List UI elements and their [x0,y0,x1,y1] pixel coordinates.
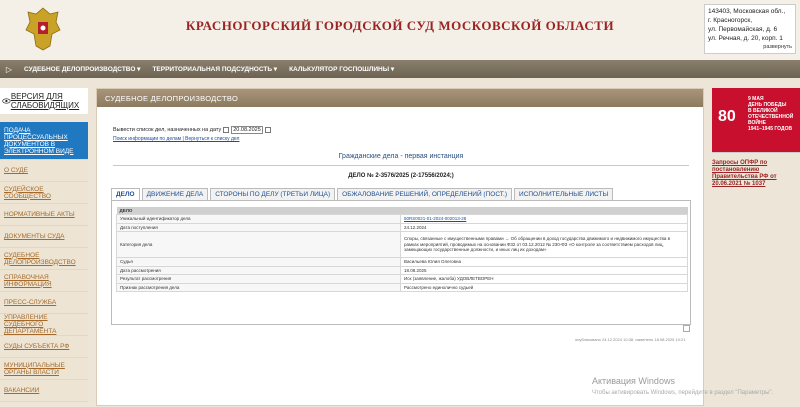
tab-appeals[interactable]: ОБЖАЛОВАНИЕ РЕШЕНИЙ, ОПРЕДЕЛЕНИЙ (ПОСТ.) [337,188,513,200]
search-links[interactable]: Поиск информации по делам | Вернуться к … [113,136,239,142]
nav-territorial-jurisdiction[interactable]: ТЕРРИТОРИАЛЬНАЯ ПОДСУДНОСТЬ ▾ [146,65,283,73]
case-tabs: ДЕЛО ДВИЖЕНИЕ ДЕЛА СТОРОНЫ ПО ДЕЛУ (ТРЕТ… [111,188,614,200]
expand-address-link[interactable]: развернуть [763,43,792,52]
table-row: Дата поступления 24.12.2024 [116,222,688,232]
banner-line: 1941–1945 годов [748,126,793,132]
nav-fee-calculator[interactable]: КАЛЬКУЛЯТОР ГОСПОШЛИНЫ ▾ [283,65,400,73]
sidebar-item-about-court[interactable]: О СУДЕ [0,160,88,182]
home-icon[interactable]: ▷ [0,60,18,78]
table-header: ДЕЛО [116,207,688,215]
date-filter: Вывести список дел, назначенных на дату … [113,126,272,134]
case-details-table: ДЕЛО Уникальный идентификатор дела 50RS0… [116,207,688,292]
row-value: 18.08.2025 [400,265,688,275]
eye-icon [2,98,11,104]
tab-case[interactable]: ДЕЛО [111,188,140,200]
table-row: Судья Васильева Юлия Олеговна [116,257,688,267]
date-filter-label: Вывести список дел, назначенных на дату [113,127,222,133]
address-line: г. Красногорск, [708,17,753,24]
calendar-icon[interactable] [265,127,272,133]
sidebar-item-press-service[interactable]: ПРЕСС-СЛУЖБА [0,292,88,314]
published-info: опубликовано 24.12.2024 10:38, изменено … [575,337,686,342]
sidebar-item-reference-info[interactable]: СПРАВОЧНАЯ ИНФОРМАЦИЯ [0,270,88,292]
row-label: Результат рассмотрения [116,274,401,284]
case-category-heading: Гражданские дела - первая инстанция [338,153,464,160]
address-line: ул. Первомайская, д. 6 [708,26,778,33]
site-header: КРАСНОГОРСКИЙ ГОРОДСКОЙ СУД МОСКОВСКОЙ О… [0,0,800,60]
date-input[interactable]: 20.08.2025 [231,126,264,134]
table-row: Категория дела Споры, связанные с имущес… [116,231,688,258]
banner-text: 9 МАЯ День Победы в Великой Отечественно… [748,96,800,132]
case-number: ДЕЛО № 2-3576/2025 (2-17556/2024;) [348,173,454,179]
case-details-pane: ДЕЛО Уникальный идентификатор дела 50RS0… [111,200,691,325]
row-value: Васильева Юлия Олеговна [400,257,688,267]
case-uid-link[interactable]: 50RS0021-01-2024-002013-28 [404,216,466,221]
tab-parties[interactable]: СТОРОНЫ ПО ДЕЛУ (ТРЕТЬИ ЛИЦА) [210,188,336,200]
tab-case-movement[interactable]: ДВИЖЕНИЕ ДЕЛА [141,188,209,200]
print-icon[interactable] [683,325,690,332]
row-label: Дата рассмотрения [116,265,401,275]
sidebar: ПОДАЧА ПРОЦЕССУАЛЬНЫХ ДОКУМЕНТОВ В ЭЛЕКТ… [0,122,88,402]
top-navigation: ▷ СУДЕБНОЕ ДЕЛОПРОИЗВОДСТВО ▾ ТЕРРИТОРИА… [0,60,800,78]
sidebar-item-vacancies[interactable]: ВАКАНСИИ [0,380,88,402]
banner-number: 80 [718,108,736,125]
row-label: Судья [116,257,401,267]
row-value: Иск (заявление, жалоба) УДОВЛЕТВОРЕН [400,274,688,284]
row-label: Признак рассмотрения дела [116,282,401,292]
row-value: 50RS0021-01-2024-002013-28 [400,214,688,224]
row-label: Дата поступления [116,222,401,232]
main-panel: СУДЕБНОЕ ДЕЛОПРОИЗВОДСТВО Вывести список… [96,88,704,406]
row-label: Категория дела [116,231,401,258]
address-box: 143403, Московская обл., г. Красногорск,… [704,4,796,54]
sidebar-item-judicial-department[interactable]: УПРАВЛЕНИЕ СУДЕБНОГО ДЕПАРТАМЕНТА [0,314,88,336]
divider [712,152,800,153]
row-value: Споры, связанные с имущественными правам… [400,231,688,258]
divider [113,165,689,166]
nav-court-records[interactable]: СУДЕБНОЕ ДЕЛОПРОИЗВОДСТВО ▾ [18,65,146,73]
sidebar-item-e-filing[interactable]: ПОДАЧА ПРОЦЕССУАЛЬНЫХ ДОКУМЕНТОВ В ЭЛЕКТ… [0,122,88,160]
address-line: 143403, Московская обл., [708,8,786,15]
row-label: Уникальный идентификатор дела [116,214,401,224]
tab-writs[interactable]: ИСПОЛНИТЕЛЬНЫЕ ЛИСТЫ [514,188,614,200]
sidebar-item-municipal-authorities[interactable]: МУНИЦИПАЛЬНЫЕ ОРГАНЫ ВЛАСТИ [0,358,88,380]
low-vision-label: ВЕРСИЯ ДЛЯ СЛАБОВИДЯЩИХ [10,92,80,110]
sidebar-item-court-documents[interactable]: ДОКУМЕНТЫ СУДА [0,226,88,248]
row-value: 24.12.2024 [400,222,688,232]
table-row: Дата рассмотрения 18.08.2025 [116,265,688,275]
russian-emblem-icon [25,7,61,51]
table-row: Результат рассмотрения Иск (заявление, ж… [116,274,688,284]
sidebar-item-normative-acts[interactable]: НОРМАТИВНЫЕ АКТЫ [0,204,88,226]
calendar-icon[interactable] [223,127,230,133]
windows-activation-title: Активация Windows [592,376,675,386]
court-title: КРАСНОГОРСКИЙ ГОРОДСКОЙ СУД МОСКОВСКОЙ О… [185,18,615,33]
sidebar-item-regional-courts[interactable]: СУДЫ СУБЪЕКТА РФ [0,336,88,358]
low-vision-version-link[interactable]: ВЕРСИЯ ДЛЯ СЛАБОВИДЯЩИХ [0,88,88,114]
table-row: Уникальный идентификатор дела 50RS0021-0… [116,214,688,224]
opfr-requests-link[interactable]: Запросы ОПФР по постановлению Правительс… [712,160,800,188]
sidebar-item-judicial-community[interactable]: СУДЕЙСКОЕ СООБЩЕСТВО [0,182,88,204]
table-row: Признак рассмотрения дела Рассмотрено ед… [116,282,688,292]
sidebar-item-court-records[interactable]: СУДЕБНОЕ ДЕЛОПРОИЗВОДСТВО [0,248,88,270]
address-line: ул. Речная, д. 20, корп. 1 [708,35,783,42]
panel-title: СУДЕБНОЕ ДЕЛОПРОИЗВОДСТВО [97,89,703,107]
banner-line: Отечественной войне [748,114,794,126]
row-value: Рассмотрено единолично судьей [400,282,688,292]
windows-activation-text: Чтобы активировать Windows, перейдите в … [592,390,774,396]
